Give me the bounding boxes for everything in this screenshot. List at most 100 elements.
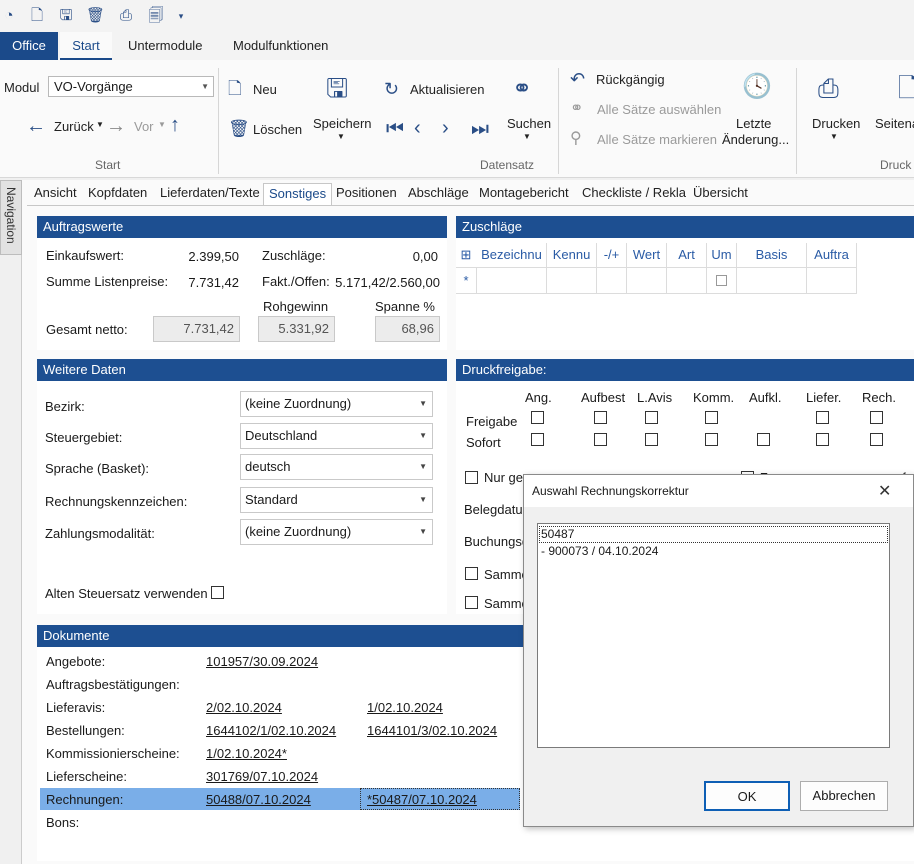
seitenansicht-button[interactable]: Seitena — [875, 116, 914, 131]
drucken-button[interactable]: Drucken — [812, 116, 860, 131]
alten-steuersatz-checkbox[interactable] — [211, 586, 224, 599]
doc-link-rechnung[interactable]: 50488/07.10.2024 — [206, 792, 311, 807]
doc-link-bestellung[interactable]: 1644102/1/02.10.2024 — [206, 723, 336, 738]
tab-abschlaege[interactable]: Abschläge — [408, 183, 469, 205]
modul-combo[interactable]: VO-Vorgänge ▼ — [48, 76, 214, 97]
doc-link-bestellung[interactable]: 1644101/3/02.10.2024 — [367, 723, 497, 738]
new-doc-icon[interactable]: 🗋 — [228, 78, 242, 100]
sprache-select[interactable]: deutsch ▼ — [240, 454, 433, 480]
arrow-right-icon[interactable]: → — [106, 115, 126, 137]
list-item[interactable]: - 900073 / 04.10.2024 — [541, 544, 658, 558]
tab-kopfdaten[interactable]: Kopfdaten — [88, 183, 147, 205]
trash-icon[interactable]: 🗑 — [228, 118, 250, 140]
korrektur-listbox[interactable]: 50487 - 900073 / 04.10.2024 — [537, 523, 890, 748]
steuergebiet-select[interactable]: Deutschland ▼ — [240, 423, 433, 449]
dropdown-icon[interactable]: ▾ — [172, 7, 190, 25]
tab-positionen[interactable]: Positionen — [336, 183, 397, 205]
suchen-button[interactable]: Suchen — [507, 116, 551, 131]
speichern-button[interactable]: Speichern — [313, 116, 372, 131]
first-record-icon[interactable]: ⏮ — [386, 118, 404, 140]
sofort-liefer-checkbox[interactable] — [816, 433, 829, 446]
sofort-rech-checkbox[interactable] — [870, 433, 883, 446]
suchen-dropdown-icon[interactable]: ▼ — [523, 132, 531, 141]
abbrechen-button[interactable]: Abbrechen — [800, 781, 888, 811]
col-um[interactable]: Um — [707, 243, 737, 267]
col-plusminus[interactable]: -/+ — [597, 243, 627, 267]
sofort-lavis-checkbox[interactable] — [645, 433, 658, 446]
bezirk-select[interactable]: (keine Zuordnung) ▼ — [240, 391, 433, 417]
menu-modulfunktionen[interactable]: Modulfunktionen — [233, 32, 328, 60]
sofort-ang-checkbox[interactable] — [531, 433, 544, 446]
doc-link-lieferavis[interactable]: 2/02.10.2024 — [206, 700, 282, 715]
menu-start[interactable]: Start — [60, 32, 112, 60]
printer-icon[interactable]: ⎙ — [818, 74, 839, 102]
sofort-komm-checkbox[interactable] — [705, 433, 718, 446]
zurueck-dropdown-icon[interactable]: ▼ — [96, 120, 104, 129]
col-auftrag[interactable]: Auftra — [807, 243, 857, 267]
freigabe-komm-checkbox[interactable] — [705, 411, 718, 424]
list-item[interactable]: 50487 — [541, 527, 574, 541]
doc-link-lieferschein[interactable]: 301769/07.10.2024 — [206, 769, 318, 784]
rechnungskennzeichen-select[interactable]: Standard ▼ — [240, 487, 433, 513]
alle-saetze-markieren-button[interactable]: Alle Sätze markieren — [597, 132, 717, 147]
sammel1-checkbox[interactable] — [465, 567, 478, 580]
nur-positionen-checkbox[interactable] — [465, 471, 478, 484]
drucken-dropdown-icon[interactable]: ▼ — [830, 132, 838, 141]
next-record-icon[interactable]: › — [442, 117, 449, 139]
freigabe-lavis-checkbox[interactable] — [645, 411, 658, 424]
sofort-aufbest-checkbox[interactable] — [594, 433, 607, 446]
col-wert[interactable]: Wert — [627, 243, 667, 267]
binoculars-icon[interactable]: ⚭ — [512, 76, 532, 102]
aktualisieren-button[interactable]: Aktualisieren — [410, 82, 484, 97]
tab-lieferdaten[interactable]: Lieferdaten/Texte — [160, 183, 260, 205]
navigation-tab[interactable]: Navigation — [0, 180, 22, 255]
print-icon[interactable]: ⎙ — [117, 7, 135, 25]
freigabe-liefer-checkbox[interactable] — [816, 411, 829, 424]
tab-montagebericht[interactable]: Montagebericht — [479, 183, 569, 205]
freigabe-aufbest-checkbox[interactable] — [594, 411, 607, 424]
arrow-up-icon[interactable]: ↑ — [170, 114, 180, 136]
freigabe-ang-checkbox[interactable] — [531, 411, 544, 424]
clock-doc-icon[interactable]: 🕓 — [742, 74, 772, 100]
doc-link-kommissionierschein[interactable]: 1/02.10.2024* — [206, 746, 287, 761]
arrow-left-icon[interactable]: ← — [26, 115, 46, 137]
col-basis[interactable]: Basis — [737, 243, 807, 267]
vor-dropdown-icon[interactable]: ▼ — [158, 120, 166, 129]
vor-button[interactable]: Vor — [134, 119, 154, 134]
close-icon[interactable]: ✕ — [878, 481, 891, 501]
new-doc-icon[interactable]: 🗋 — [28, 7, 46, 25]
aenderung-label[interactable]: Änderung... — [722, 132, 789, 147]
prev-record-icon[interactable]: ‹ — [414, 117, 421, 139]
col-art[interactable]: Art — [667, 243, 707, 267]
undo-icon[interactable]: ↶ — [570, 68, 585, 90]
rueckgaengig-button[interactable]: Rückgängig — [596, 72, 665, 87]
neu-button[interactable]: Neu — [253, 82, 277, 97]
save-icon[interactable]: 🖫 — [57, 7, 75, 25]
zahlungsmodalitaet-select[interactable]: (keine Zuordnung) ▼ — [240, 519, 433, 545]
app-logo-icon[interactable]: ◔ — [0, 7, 18, 25]
print-preview-icon[interactable]: 🗐 — [147, 7, 165, 25]
tab-uebersicht[interactable]: Übersicht — [693, 183, 748, 205]
menu-office[interactable]: Office — [0, 32, 58, 60]
page-setup-icon[interactable]: 🗋 — [898, 74, 914, 102]
sofort-aufkl-checkbox[interactable] — [757, 433, 770, 446]
tab-sonstiges[interactable]: Sonstiges — [263, 183, 333, 205]
grid-settings-icon[interactable]: ⊞ — [456, 243, 476, 267]
refresh-icon[interactable]: ↻ — [384, 78, 399, 100]
save-icon[interactable]: 🖫 — [326, 74, 348, 102]
tab-ansicht[interactable]: Ansicht — [34, 183, 77, 205]
menu-untermodule[interactable]: Untermodule — [128, 32, 202, 60]
col-bezeichnung[interactable]: Bezeichnu — [477, 243, 547, 267]
um-checkbox[interactable] — [716, 275, 727, 286]
alle-saetze-auswaehlen-button[interactable]: Alle Sätze auswählen — [597, 102, 721, 117]
col-kennung[interactable]: Kennu — [547, 243, 597, 267]
freigabe-rech-checkbox[interactable] — [870, 411, 883, 424]
loeschen-button[interactable]: Löschen — [253, 122, 302, 137]
doc-link-rechnung[interactable]: *50487/07.10.2024 — [367, 792, 477, 807]
doc-link-angebot[interactable]: 101957/30.09.2024 — [206, 654, 318, 669]
zurueck-button[interactable]: Zurück — [54, 119, 94, 134]
delete-icon[interactable]: 🗑 — [86, 7, 105, 25]
tab-checkliste[interactable]: Checkliste / Rekla — [582, 183, 686, 205]
speichern-dropdown-icon[interactable]: ▼ — [337, 132, 345, 141]
last-record-icon[interactable]: ⏭ — [471, 118, 489, 140]
